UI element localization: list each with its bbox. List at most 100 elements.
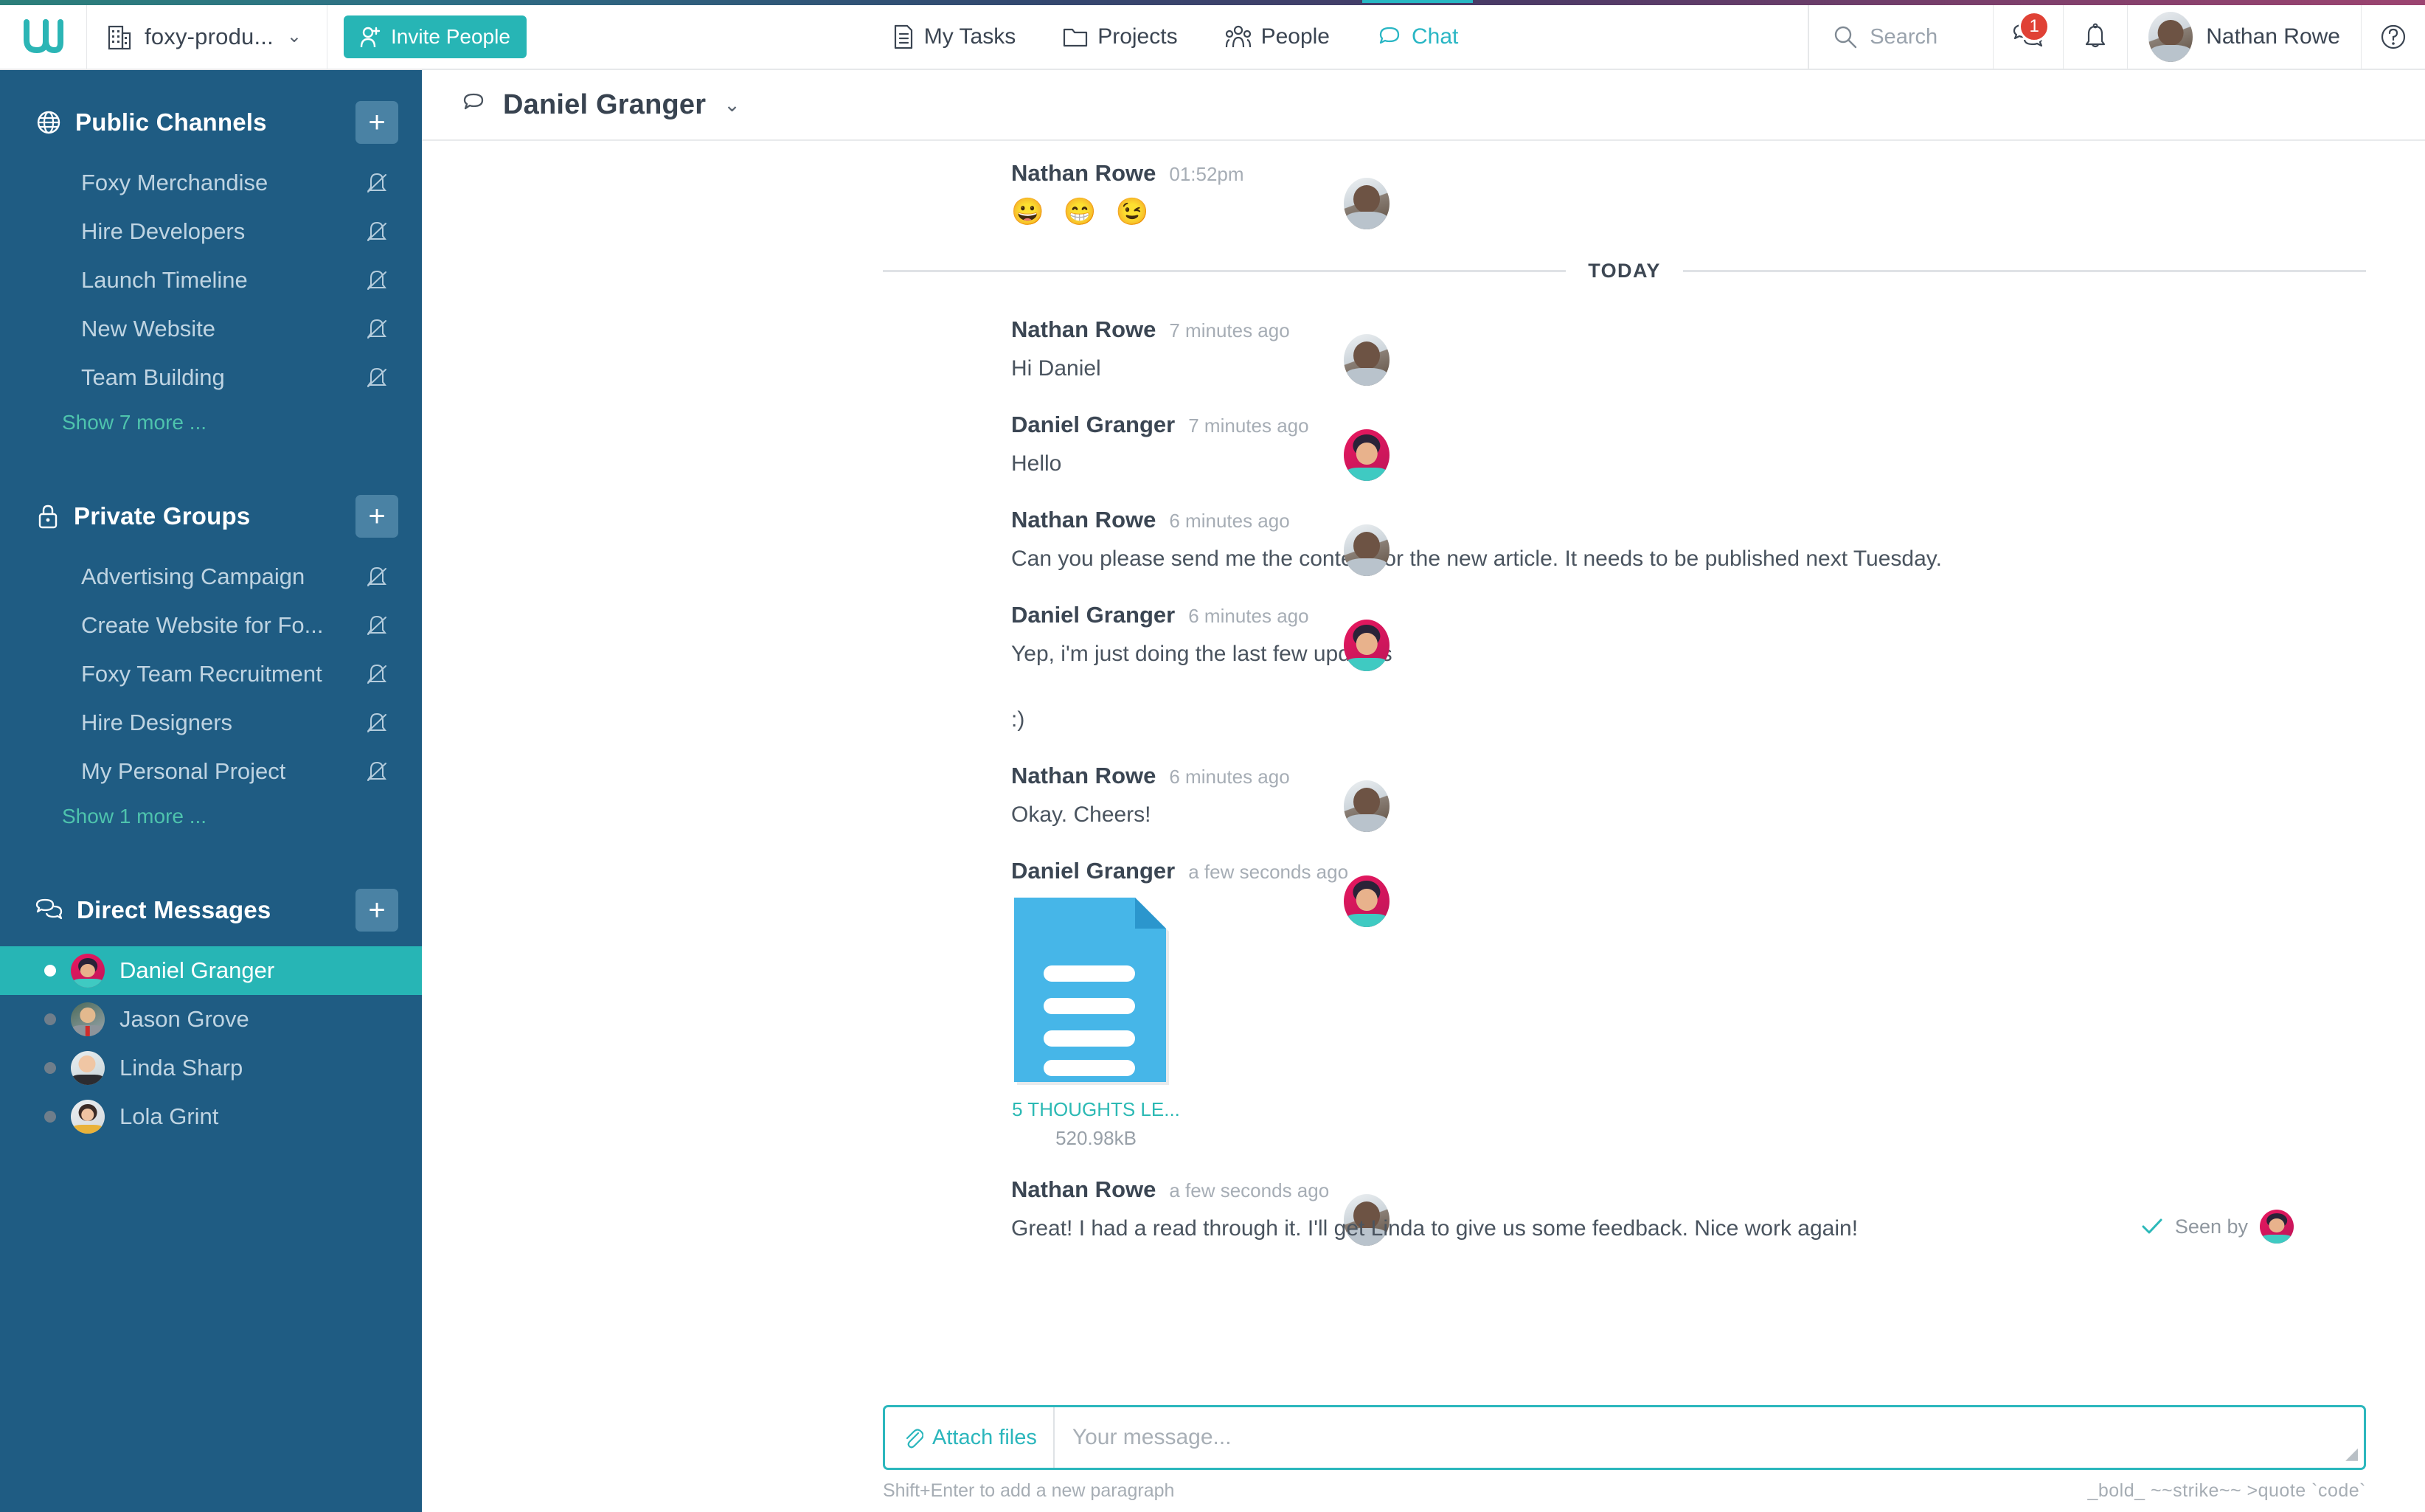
- message-timestamp: 01:52pm: [1169, 163, 1244, 185]
- formatting-hint: _bold_ ~~strike~~ >quote `code`: [2087, 1480, 2366, 1501]
- plus-icon: +: [368, 894, 386, 926]
- section-title: Direct Messages: [77, 896, 271, 923]
- nav-item-chat[interactable]: Chat: [1361, 0, 1474, 69]
- message-list: Nathan Rowe 01:52pm 😀 😁 😉 TODAY Nathan R…: [422, 141, 2425, 1395]
- seen-by-indicator: Seen by: [2141, 1210, 2294, 1244]
- sidebar-item-hire-designers[interactable]: Hire Designers: [0, 698, 422, 747]
- message-timestamp: a few seconds ago: [1169, 1179, 1330, 1202]
- avatar: [1344, 429, 1390, 482]
- divider-line: [1682, 270, 2367, 273]
- message-item: Nathan Rowe a few seconds ago Great! I h…: [422, 1157, 2425, 1260]
- nav-item-people[interactable]: People: [1222, 4, 1333, 69]
- sidebar-item-dm-lola-grint[interactable]: Lola Grint: [0, 1092, 422, 1141]
- avatar: [1344, 620, 1390, 672]
- search-box[interactable]: Search: [1808, 5, 1993, 69]
- attach-files-label: Attach files: [932, 1425, 1037, 1449]
- teamwork-logo-icon: [23, 19, 63, 54]
- invite-people-button[interactable]: Invite People: [344, 15, 527, 58]
- sidebar-item-advertising-campaign[interactable]: Advertising Campaign: [0, 552, 422, 601]
- bell-muted-icon[interactable]: [364, 710, 389, 735]
- show-more-public-channels[interactable]: Show 7 more ...: [0, 402, 422, 439]
- bell-muted-icon[interactable]: [364, 219, 389, 244]
- sidebar-item-foxy-team-recruitment[interactable]: Foxy Team Recruitment: [0, 650, 422, 698]
- message-input[interactable]: [1054, 1407, 2364, 1468]
- chevron-down-icon[interactable]: ⌄: [724, 94, 740, 117]
- top-accent-strip: [0, 0, 2425, 5]
- bell-muted-icon[interactable]: [364, 759, 389, 784]
- message-text: Hello: [1011, 451, 1062, 476]
- dm-label: Daniel Granger: [119, 957, 275, 983]
- group-label: Foxy Team Recruitment: [81, 661, 322, 687]
- invite-people-label: Invite People: [391, 25, 510, 48]
- message-timestamp: 7 minutes ago: [1188, 415, 1309, 437]
- sidebar-item-launch-timeline[interactable]: Launch Timeline: [0, 256, 422, 305]
- attach-files-button[interactable]: Attach files: [885, 1407, 1055, 1468]
- message-timestamp: 6 minutes ago: [1169, 766, 1290, 788]
- chevron-down-icon: ⌄: [286, 27, 302, 46]
- show-more-private-groups[interactable]: Show 1 more ...: [0, 796, 422, 833]
- seen-by-label: Seen by: [2174, 1215, 2248, 1238]
- main-nav: My Tasks Projects People Chat: [543, 0, 1809, 69]
- bell-muted-icon[interactable]: [364, 365, 389, 390]
- app-logo[interactable]: [0, 5, 87, 69]
- message-item: Nathan Rowe 6 minutes ago Can you please…: [422, 488, 2425, 583]
- composer-hint: Shift+Enter to add a new paragraph: [883, 1480, 1175, 1501]
- file-name[interactable]: 5 THOUGHTS LE...: [1011, 1098, 1181, 1121]
- nav-item-my-tasks[interactable]: My Tasks: [889, 4, 1019, 69]
- plus-icon: +: [368, 500, 386, 533]
- messages-badge: 1: [2019, 11, 2050, 42]
- sidebar-item-team-building[interactable]: Team Building: [0, 353, 422, 402]
- chat-bubble-icon: [1379, 27, 1400, 44]
- top-nav-right: Search 1 Nathan Rowe: [1808, 5, 2425, 69]
- project-selector[interactable]: foxy-produ... ⌄: [87, 5, 328, 69]
- avatar: [1344, 178, 1390, 229]
- file-attachment[interactable]: 5 THOUGHTS LE... 520.98kB: [1011, 898, 1181, 1150]
- sidebar-item-create-website-for-foxy[interactable]: Create Website for Fo...: [0, 601, 422, 650]
- resize-grip[interactable]: ◢: [2345, 1444, 2358, 1463]
- sidebar-item-foxy-merchandise[interactable]: Foxy Merchandise: [0, 159, 422, 207]
- sidebar-item-dm-linda-sharp[interactable]: Linda Sharp: [0, 1044, 422, 1092]
- sidebar-item-dm-jason-grove[interactable]: Jason Grove: [0, 995, 422, 1044]
- message-text: Yep, i'm just doing the last few updates: [1011, 642, 1392, 667]
- lock-icon: [38, 504, 58, 529]
- add-private-group-button[interactable]: +: [355, 495, 398, 538]
- user-name: Nathan Rowe: [2206, 24, 2340, 49]
- bell-muted-icon[interactable]: [364, 613, 389, 638]
- user-menu[interactable]: Nathan Rowe: [2127, 5, 2361, 69]
- message-timestamp: 7 minutes ago: [1169, 319, 1290, 342]
- help-button[interactable]: [2361, 5, 2425, 69]
- sidebar-item-dm-daniel-granger[interactable]: Daniel Granger: [0, 946, 422, 995]
- message-author: Nathan Rowe: [1011, 160, 1156, 186]
- message-text: Can you please send me the content for t…: [1011, 547, 1942, 572]
- channel-label: Foxy Merchandise: [81, 170, 268, 195]
- avatar: [71, 1051, 105, 1085]
- bell-muted-icon[interactable]: [364, 170, 389, 195]
- section-header-public-channels: Public Channels +: [0, 83, 422, 159]
- dm-label: Lola Grint: [119, 1103, 219, 1129]
- question-circle-icon: [2381, 24, 2406, 49]
- nav-item-projects[interactable]: Projects: [1060, 4, 1180, 69]
- add-public-channel-button[interactable]: +: [355, 101, 398, 144]
- channel-label: Launch Timeline: [81, 267, 248, 293]
- building-icon: [108, 25, 131, 50]
- avatar: [1344, 524, 1390, 577]
- bell-muted-icon[interactable]: [364, 268, 389, 293]
- notifications-button[interactable]: [2063, 5, 2127, 69]
- message-timestamp: 6 minutes ago: [1188, 605, 1309, 628]
- file-size: 520.98kB: [1055, 1127, 1137, 1150]
- channel-label: New Website: [81, 316, 216, 341]
- bell-muted-icon[interactable]: [364, 316, 389, 341]
- bell-muted-icon[interactable]: [364, 564, 389, 589]
- sidebar-item-new-website[interactable]: New Website: [0, 305, 422, 353]
- message-author: Nathan Rowe: [1011, 316, 1156, 343]
- sidebar-item-hire-developers[interactable]: Hire Developers: [0, 207, 422, 256]
- add-direct-message-button[interactable]: +: [355, 889, 398, 932]
- avatar: [1344, 334, 1390, 386]
- bell-muted-icon[interactable]: [364, 662, 389, 687]
- app-body: Public Channels + Foxy Merchandise Hire …: [0, 70, 2425, 1512]
- messages-button[interactable]: 1: [1993, 5, 2063, 69]
- channel-label: Hire Developers: [81, 218, 246, 244]
- search-icon: [1835, 26, 1857, 49]
- sidebar-item-my-personal-project[interactable]: My Personal Project: [0, 747, 422, 796]
- group-label: Create Website for Fo...: [81, 612, 324, 638]
